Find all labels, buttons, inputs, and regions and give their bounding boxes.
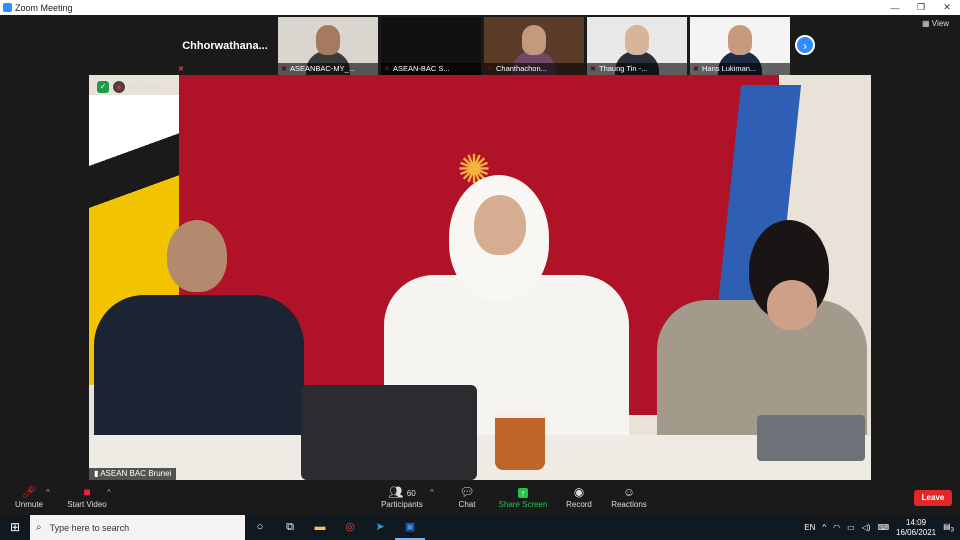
tablet-device xyxy=(757,415,865,461)
participants-label: Participants xyxy=(381,500,423,509)
participant-tile[interactable]: ✖ Chanthachon... xyxy=(484,17,584,75)
recording-label: Recording... xyxy=(129,83,167,91)
windows-taskbar: ⊞ ⌕ Type here to search ○ ⧉ ▬ ◎ ➤ ▣ EN ^… xyxy=(0,515,960,540)
gallery-next-button[interactable]: › xyxy=(795,35,815,55)
video-off-icon: ■ xyxy=(83,485,91,499)
recording-icon: ● xyxy=(113,81,125,93)
search-icon: ⌕ xyxy=(36,522,42,533)
task-view-icon[interactable]: ⧉ xyxy=(275,515,305,540)
man-left-body xyxy=(94,295,304,445)
laptop xyxy=(301,385,477,480)
file-explorer-icon[interactable]: ▬ xyxy=(305,515,335,540)
unmute-label: Unmute xyxy=(14,500,43,509)
participants-icon: 👥︎ 60 xyxy=(388,485,416,499)
record-icon: ◉ xyxy=(573,485,585,499)
audio-options-chevron-icon[interactable]: ^ xyxy=(46,488,50,497)
view-label: View xyxy=(931,19,949,28)
participant-face xyxy=(625,25,649,55)
participant-face xyxy=(522,25,546,55)
signal-bars-icon: ▮ xyxy=(94,469,99,478)
participant-face xyxy=(728,25,752,55)
reactions-label: Reactions xyxy=(611,500,647,509)
reactions-icon: ☺ xyxy=(622,485,636,499)
window-title: Zoom Meeting xyxy=(15,2,73,13)
clock-time: 14:09 xyxy=(906,517,927,527)
zoom-app-icon xyxy=(3,3,12,12)
encryption-shield-icon[interactable]: ✓ xyxy=(97,81,109,93)
chrome-icon[interactable]: ◎ xyxy=(335,515,365,540)
window-titlebar: Zoom Meeting — ❐ ✕ xyxy=(0,0,960,15)
search-placeholder: Type here to search xyxy=(49,522,130,533)
meeting-toolbar: 🎤︎ Unmute ^ ■ Start Video ^ 👥︎ 60 Partic… xyxy=(0,480,960,515)
restore-button[interactable]: ❐ xyxy=(908,2,934,13)
participants-button[interactable]: 👥︎ 60 Participants xyxy=(378,484,426,509)
muted-mic-icon: 🎤︎ xyxy=(21,485,37,499)
participant-tile[interactable]: ✖ ASEAN-BAC S... xyxy=(381,17,481,75)
start-video-button[interactable]: ■ Start Video xyxy=(64,484,110,509)
participant-name: Thaung Tin -... xyxy=(587,63,687,75)
close-button[interactable]: ✕ xyxy=(934,2,960,13)
clock-date: 16/06/2021 xyxy=(896,527,937,537)
taskbar-search-input[interactable]: ⌕ Type here to search xyxy=(30,515,245,540)
minimize-button[interactable]: — xyxy=(882,3,908,13)
participant-name: Hans Lukiman... xyxy=(690,63,790,75)
speaker-name: ASEAN BAC Brunei xyxy=(100,469,172,478)
taskbar-clock[interactable]: 14:09 16/06/2021 xyxy=(896,518,936,538)
participant-name: ASEANBAC-MY_... xyxy=(278,63,378,75)
participant-face xyxy=(316,25,340,55)
battery-icon[interactable]: ▭ xyxy=(847,523,855,532)
wifi-icon[interactable]: ◠ xyxy=(833,523,840,532)
speaker-name-label: ▮ ASEAN BAC Brunei xyxy=(89,468,177,480)
participants-chevron-icon[interactable]: ^ xyxy=(430,488,434,497)
woman-right-face xyxy=(767,280,817,330)
share-screen-icon: ↑ xyxy=(498,484,548,500)
active-speaker-video: ✺ ✓ ● Recording... ▮ ASEAN BAC Brunei xyxy=(89,75,871,480)
view-button[interactable]: ▦ View xyxy=(922,19,949,28)
share-screen-button[interactable]: ↑ Share Screen xyxy=(498,484,548,509)
notifications-icon[interactable]: ▤3 xyxy=(943,522,954,534)
coffee-cup xyxy=(495,410,545,470)
participant-name: Chanthachon... xyxy=(484,63,584,75)
participant-name: ASEAN-BAC S... xyxy=(381,63,481,75)
share-label: Share Screen xyxy=(498,500,548,509)
muted-mic-icon: ✖ xyxy=(178,66,184,73)
woman-center-face xyxy=(474,195,526,255)
windows-start-icon[interactable]: ⊞ xyxy=(0,515,30,540)
unmute-button[interactable]: 🎤︎ Unmute xyxy=(12,484,46,509)
participant-tile[interactable]: ✖ ASEANBAC-MY_... xyxy=(278,17,378,75)
keyboard-icon[interactable]: ⌨ xyxy=(878,523,890,532)
chat-icon: 💬︎ xyxy=(459,485,475,499)
language-indicator[interactable]: EN xyxy=(804,523,815,532)
conference-table xyxy=(89,435,871,480)
participant-tile[interactable]: ✖ Thaung Tin -... xyxy=(587,17,687,75)
volume-icon[interactable]: ◁) xyxy=(862,523,871,532)
record-label: Record xyxy=(566,500,592,509)
telegram-icon[interactable]: ➤ xyxy=(365,515,395,540)
chat-label: Chat xyxy=(458,500,476,509)
man-left-head xyxy=(167,220,227,292)
meeting-stage: Chhorwathana... ✖ ✖ ASEANBAC-MY_... ✖ AS… xyxy=(0,15,960,480)
record-button[interactable]: ◉ Record xyxy=(563,484,595,509)
chat-button[interactable]: 💬︎ Chat xyxy=(453,484,481,509)
reactions-button[interactable]: ☺ Reactions xyxy=(610,484,648,509)
participant-tile[interactable]: ✖ Hans Lukiman... xyxy=(690,17,790,75)
system-tray: EN ^ ◠ ▭ ◁) ⌨ 14:09 16/06/2021 ▤3 xyxy=(804,515,960,540)
zoom-taskbar-icon[interactable]: ▣ xyxy=(395,515,425,540)
start-video-label: Start Video xyxy=(67,500,107,509)
notification-count: 3 xyxy=(950,527,954,534)
leave-button[interactable]: Leave xyxy=(914,490,952,506)
cortana-icon[interactable]: ○ xyxy=(245,515,275,540)
self-name: Chhorwathana... xyxy=(182,40,268,52)
tray-overflow-chevron-icon[interactable]: ^ xyxy=(822,523,826,532)
video-options-chevron-icon[interactable]: ^ xyxy=(107,488,111,497)
participants-count: 60 xyxy=(406,489,416,498)
status-badges: ✓ ● Recording... xyxy=(97,81,167,93)
self-tile[interactable]: Chhorwathana... ✖ xyxy=(175,17,275,75)
gallery-strip: Chhorwathana... ✖ ✖ ASEANBAC-MY_... ✖ AS… xyxy=(175,17,790,75)
